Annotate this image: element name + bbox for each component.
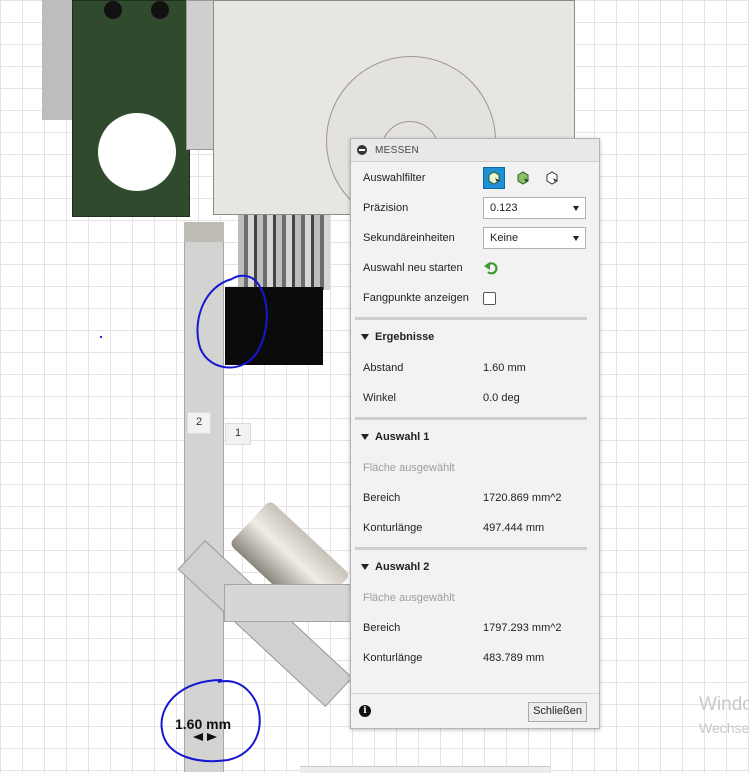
snap-points-checkbox[interactable] [483,291,496,305]
results-section-header[interactable]: Ergebnisse [361,327,434,347]
selection2-header-label: Auswahl 2 [375,561,430,573]
secondary-units-label: Sekundäreinheiten [363,232,455,244]
close-button[interactable]: Schließen [528,702,587,722]
precision-select[interactable]: 0.123 [483,197,586,219]
restart-selection-row: Auswahl neu starten [363,253,589,283]
section-divider [355,317,587,320]
selection2-area-row: Bereich 1797.293 mm^2 [363,613,589,643]
precision-label: Präzision [363,202,409,214]
precision-row: Präzision 0.123 [363,193,589,223]
point-label-2: 2 [187,412,211,434]
select-body-filter-icon[interactable] [483,167,505,189]
selection1-perimeter-value: 497.444 mm [483,522,545,534]
expand-triangle-icon [361,334,369,340]
dimension-label: 1.60 mm [175,716,232,732]
measure-panel: MESSEN Auswahlfilter Präzision 0.123 Sek… [350,138,600,729]
selection2-section-header[interactable]: Auswahl 2 [361,557,429,577]
selection1-perimeter-label: Konturlänge [363,522,423,534]
windows-activation-watermark-sub: Wechse [699,720,749,736]
selection-filter-label: Auswahlfilter [363,172,426,184]
windows-activation-watermark: Windo [699,694,749,715]
panel-header: MESSEN [351,139,599,162]
snap-points-row: Fangpunkte anzeigen [363,283,589,313]
angle-row: Winkel 0.0 deg [363,383,589,413]
selection2-perimeter-label: Konturlänge [363,652,423,664]
selection2-perimeter-value: 483.789 mm [483,652,545,664]
expand-triangle-icon [361,564,369,570]
secondary-units-select[interactable]: Keine [483,227,586,249]
distance-row: Abstand 1.60 mm [363,353,589,383]
selection1-perimeter-row: Konturlänge 497.444 mm [363,513,589,543]
secondary-units-value: Keine [490,232,519,244]
section-divider [355,547,587,550]
dimension-arrow-icon [193,733,217,741]
precision-value: 0.123 [490,202,518,214]
selection1-header-label: Auswahl 1 [375,431,430,443]
expand-triangle-icon [361,434,369,440]
selection1-section-header[interactable]: Auswahl 1 [361,427,429,447]
secondary-units-row: Sekundäreinheiten Keine [363,223,589,253]
selection2-area-value: 1797.293 mm^2 [483,622,562,634]
panel-title: MESSEN [375,144,420,156]
results-header-label: Ergebnisse [375,331,435,343]
chevron-down-icon [573,205,579,211]
collapse-icon[interactable] [357,145,367,155]
angle-label: Winkel [363,392,397,404]
selection1-area-value: 1720.869 mm^2 [483,492,562,504]
annotation-circle-left [196,274,268,369]
restart-arrow-icon[interactable] [483,260,499,276]
point-label-1: 1 [225,423,251,445]
selection2-perimeter-row: Konturlänge 483.789 mm [363,643,589,673]
select-face-filter-icon[interactable] [512,167,534,189]
selection1-status-row: Fläche ausgewählt [363,453,589,483]
selection2-status-row: Fläche ausgewählt [363,583,589,613]
distance-label: Abstand [363,362,404,374]
selection2-area-label: Bereich [363,622,401,634]
selection1-area-row: Bereich 1720.869 mm^2 [363,483,589,513]
selection1-status: Fläche ausgewählt [363,462,455,474]
info-icon[interactable]: i [359,705,371,717]
panel-footer: i Schließen [351,693,599,728]
distance-value: 1.60 mm [483,362,526,374]
section-divider [355,417,587,420]
select-edge-filter-icon[interactable] [541,167,563,189]
selection2-status: Fläche ausgewählt [363,592,455,604]
chevron-down-icon [573,235,579,241]
angle-value: 0.0 deg [483,392,520,404]
selection1-area-label: Bereich [363,492,401,504]
snap-points-label: Fangpunkte anzeigen [363,292,469,304]
restart-selection-label: Auswahl neu starten [363,262,463,274]
selection-filter-row: Auswahlfilter [363,163,589,193]
